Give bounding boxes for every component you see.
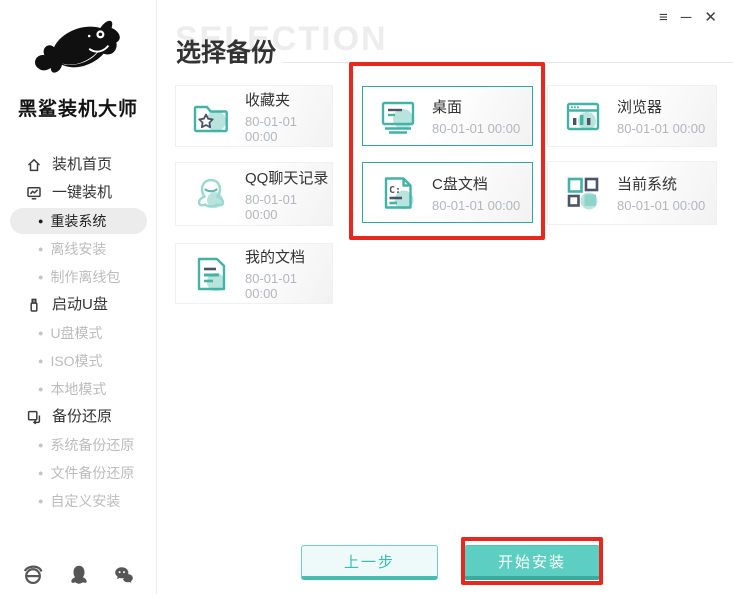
card-date: 80-01-01 00:00 [432,197,521,213]
bullet-icon: ● [38,244,44,254]
c-drive-document-icon: C: [376,171,420,215]
sidebar-item-label: 自定义安装 [50,493,121,509]
card-name: 浏览器 [617,99,663,116]
card-date: 80-01-01 00:00 [617,121,706,136]
app-window: { "window": { "controls": { "menu": "≡",… [0,0,733,594]
sidebar-item-custom-install[interactable]: ● 自定义安装 [0,487,156,515]
prev-step-button[interactable]: 上一步 [301,545,438,580]
sidebar-item-label: 备份还原 [52,408,113,425]
card-current-system[interactable]: 当前系统 80-01-01 00:00 [547,161,717,225]
folder-star-icon [189,94,233,138]
card-name: QQ聊天记录 [245,169,329,187]
sidebar-item-label: 一键装机 [52,184,113,201]
bullet-icon: ● [38,328,44,338]
backup-restore-icon [26,409,42,425]
desktop-icon [376,94,420,138]
sidebar-footer [0,564,157,586]
qq-penguin-icon [189,172,233,216]
logo: 黑鲨装机大师 [0,0,156,121]
bullet-icon: ● [38,216,44,226]
card-date: 80-01-01 00:00 [245,271,298,301]
card-my-docs[interactable]: 我的文档 80-01-01 00:00 [175,243,333,304]
sidebar-item-label: U盘模式 [50,325,103,341]
minimize-icon[interactable]: ─ [681,8,692,28]
sidebar-item-label: 本地模式 [50,381,107,397]
bullet-icon: ● [38,468,44,478]
sidebar-item-label: 重装系统 [50,213,107,229]
sidebar-item-label: 文件备份还原 [50,465,135,481]
my-documents-icon [189,252,233,296]
ie-icon[interactable] [22,564,44,586]
sidebar-item-label: 启动U盘 [52,296,108,313]
sidebar: 黑鲨装机大师 装机首页 一键装机 ● 重装系统 ● 离线安装 ● 制作离线包 启… [0,0,157,594]
sidebar-item-label: 制作离线包 [50,269,121,285]
card-browser[interactable]: 浏览器 80-01-01 00:00 [547,85,717,147]
usb-drive-icon [26,297,42,313]
card-name: 我的文档 [245,249,306,266]
sidebar-item-offline-install[interactable]: ● 离线安装 [0,235,156,263]
window-controls: ≡ ─ ✕ [659,8,717,28]
close-icon[interactable]: ✕ [704,8,717,28]
sidebar-item-file-backup-restore[interactable]: ● 文件备份还原 [0,459,156,487]
sidebar-item-make-offline-package[interactable]: ● 制作离线包 [0,263,156,291]
card-desktop[interactable]: 桌面 80-01-01 00:00 [362,86,533,146]
bullet-icon: ● [38,384,44,394]
card-favorites[interactable]: 收藏夹 80-01-01 00:00 [175,85,333,147]
wechat-icon[interactable] [113,564,135,586]
bullet-icon: ● [38,272,44,282]
sidebar-menu: 装机首页 一键装机 ● 重装系统 ● 离线安装 ● 制作离线包 启动U盘 ● U… [0,151,156,515]
sidebar-item-local-mode[interactable]: ● 本地模式 [0,375,156,403]
card-date: 80-01-01 00:00 [432,121,521,136]
sidebar-item-one-click-install[interactable]: 一键装机 [0,179,156,207]
main-panel: SELECTION 选择备份 收藏夹 80-01-01 00:00 桌面 80-… [157,0,733,594]
sidebar-item-usb-mode[interactable]: ● U盘模式 [0,319,156,347]
page-title: 选择备份 [176,39,277,67]
card-name: 当前系统 [617,176,678,193]
sidebar-item-label: 系统备份还原 [50,437,135,453]
sidebar-item-label: 离线安装 [50,241,107,257]
sidebar-item-label: ISO模式 [50,353,103,369]
sidebar-item-iso-mode[interactable]: ● ISO模式 [0,347,156,375]
card-date: 80-01-01 00:00 [617,198,706,213]
card-date: 80-01-01 00:00 [245,191,298,222]
qq-icon[interactable] [68,564,90,586]
bullet-icon: ● [38,440,44,450]
start-install-button[interactable]: 开始安装 [464,545,600,580]
sidebar-item-reinstall-system[interactable]: ● 重装系统 [10,208,147,234]
bullet-icon: ● [38,496,44,506]
current-system-icon [561,171,605,215]
sidebar-item-boot-usb[interactable]: 启动U盘 [0,291,156,319]
sidebar-item-system-backup-restore[interactable]: ● 系统备份还原 [0,431,156,459]
home-icon [26,157,42,173]
card-c-drive-docs[interactable]: C: C盘文档 80-01-01 00:00 [362,162,533,223]
card-name: 桌面 [432,99,463,116]
menu-icon[interactable]: ≡ [659,8,668,28]
monitor-chart-icon [26,185,42,201]
svg-text:C:: C: [389,185,401,196]
sidebar-item-label: 装机首页 [52,156,113,173]
bullet-icon: ● [38,356,44,366]
card-name: 收藏夹 [245,91,291,109]
app-title: 黑鲨装机大师 [17,99,138,120]
title-underline [282,62,733,63]
shark-logo-icon [0,10,156,94]
card-name: C盘文档 [432,175,488,193]
card-qq-chat[interactable]: QQ聊天记录 80-01-01 00:00 [175,162,333,226]
sidebar-item-install-home[interactable]: 装机首页 [0,151,156,179]
browser-icon [561,94,605,138]
card-date: 80-01-01 00:00 [245,113,298,144]
sidebar-item-backup-restore[interactable]: 备份还原 [0,403,156,431]
